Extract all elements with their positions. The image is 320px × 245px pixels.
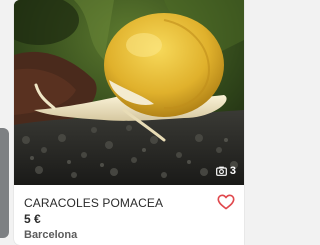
photo-count: 3	[229, 165, 236, 177]
camera-icon	[215, 166, 227, 176]
listing-price: 5 €	[24, 212, 41, 226]
listing-location: Barcelona	[24, 229, 78, 241]
previous-card-edge[interactable]	[0, 128, 9, 238]
listing-title[interactable]: CARACOLES POMACEA	[24, 196, 224, 210]
listing-info: CARACOLES POMACEA 5 € Barcelona	[24, 196, 224, 242]
photo-count-badge: 3	[215, 163, 236, 179]
snail-image	[14, 0, 244, 185]
favorite-button[interactable]	[217, 194, 235, 210]
heart-outline-icon	[217, 194, 235, 210]
listing-photo[interactable]: 3	[14, 0, 244, 185]
listing-card[interactable]: 3 CARACOLES POMACEA 5 € Barcelona	[14, 0, 244, 245]
